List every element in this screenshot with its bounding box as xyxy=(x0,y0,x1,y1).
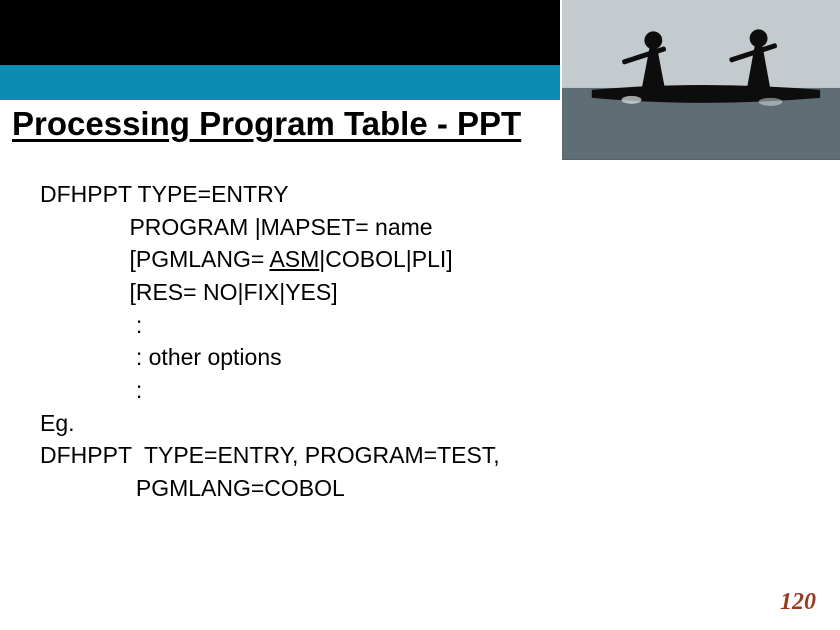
code-line: PROGRAM |MAPSET= name xyxy=(40,211,800,244)
code-line: PGMLANG=COBOL xyxy=(40,472,800,505)
slide-title: Processing Program Table - PPT xyxy=(12,105,521,143)
slide-header: Processing Program Table - PPT xyxy=(0,0,840,160)
default-value: ASM xyxy=(269,246,319,272)
black-band xyxy=(0,0,560,65)
code-line: [RES= NO|FIX|YES] xyxy=(40,276,800,309)
code-line: DFHPPT TYPE=ENTRY, PROGRAM=TEST, xyxy=(40,439,800,472)
code-line: : other options xyxy=(40,341,800,374)
code-line: Eg. xyxy=(40,407,800,440)
page-number: 120 xyxy=(780,589,816,616)
code-line: : xyxy=(40,374,800,407)
code-line: [PGMLANG= ASM|COBOL|PLI] xyxy=(40,243,800,276)
rowers-silhouette-icon xyxy=(562,0,840,160)
code-line: : xyxy=(40,309,800,342)
slide-content: DFHPPT TYPE=ENTRY PROGRAM |MAPSET= name … xyxy=(40,178,800,505)
header-photo xyxy=(560,0,840,160)
code-line: DFHPPT TYPE=ENTRY xyxy=(40,178,800,211)
